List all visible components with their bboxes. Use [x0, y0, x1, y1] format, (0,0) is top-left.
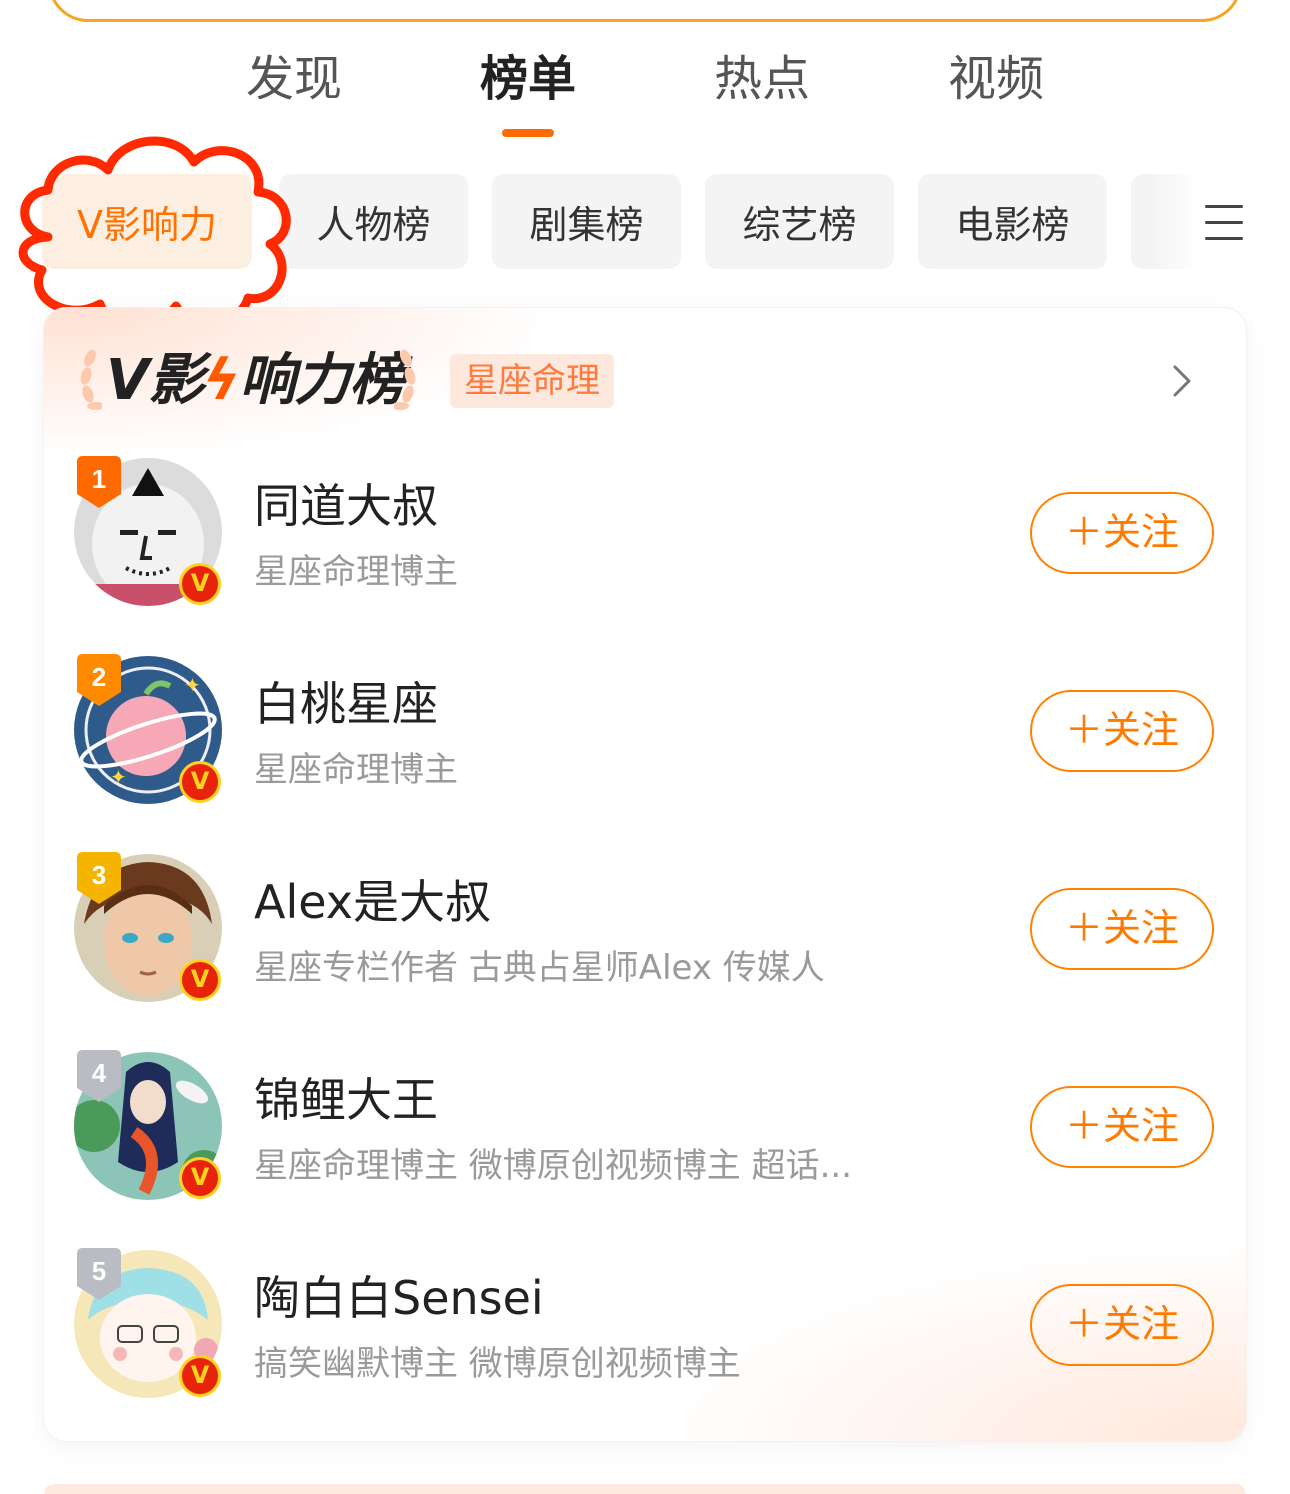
top-tabs: 发现 榜单 热点 视频 — [0, 48, 1290, 118]
tab-hot[interactable]: 热点 — [682, 48, 842, 110]
chip-people[interactable]: 人物榜 — [279, 174, 468, 269]
svg-text:4: 4 — [92, 1058, 107, 1088]
ranking-row[interactable]: ✦ ✦ 2 V 白桃星座 星座命理博主 ＋关注 — [44, 654, 1246, 816]
chip-v-influence[interactable]: V影响力 — [42, 174, 252, 269]
user-name[interactable]: 同道大叔 — [254, 478, 438, 534]
follow-button[interactable]: ＋关注 — [1030, 888, 1214, 970]
chip-series[interactable]: 剧集榜 — [492, 174, 681, 269]
chevron-right-icon[interactable] — [1172, 364, 1192, 398]
svg-text:5: 5 — [92, 1256, 106, 1286]
card-title: V影ϟ响力榜 — [106, 348, 405, 413]
next-card-edge — [44, 1484, 1246, 1494]
tab-video[interactable]: 视频 — [916, 48, 1076, 110]
svg-text:✦: ✦ — [110, 765, 127, 789]
chip-variety[interactable]: 综艺榜 — [705, 174, 894, 269]
search-bar-frame[interactable] — [48, 0, 1242, 22]
rank-badge-silver-icon: 5 — [77, 1248, 121, 1300]
verified-badge: V — [179, 1157, 221, 1199]
user-description: 搞笑幽默博主 微博原创视频博主 — [254, 1344, 741, 1384]
influence-ranking-card: V影ϟ响力榜 星座命理 1 V 同道大叔 星座命理博主 ＋关注 ✦ ✦ 2 V … — [44, 308, 1246, 1441]
verified-badge: V — [179, 761, 221, 803]
user-name[interactable]: 陶白白Sensei — [254, 1270, 544, 1326]
ranking-row[interactable]: 3 V Alex是大叔 星座专栏作者 古典占星师Alex 传媒人 ＋关注 — [44, 852, 1246, 1014]
follow-button[interactable]: ＋关注 — [1030, 690, 1214, 772]
user-description: 星座专栏作者 古典占星师Alex 传媒人 — [254, 948, 825, 988]
category-tag: 星座命理 — [450, 354, 614, 408]
user-description: 星座命理博主 微博原创视频博主 超话... — [254, 1146, 853, 1186]
svg-text:1: 1 — [92, 464, 106, 494]
user-name[interactable]: Alex是大叔 — [254, 874, 491, 930]
follow-button[interactable]: ＋关注 — [1030, 1284, 1214, 1366]
follow-button[interactable]: ＋关注 — [1030, 1086, 1214, 1168]
ranking-row[interactable]: 4 V 锦鲤大王 星座命理博主 微博原创视频博主 超话... ＋关注 — [44, 1050, 1246, 1212]
laurel-left-icon — [80, 349, 102, 410]
verified-badge: V — [179, 959, 221, 1001]
svg-text:✦: ✦ — [184, 673, 201, 697]
menu-icon[interactable] — [1205, 205, 1243, 240]
ranking-row[interactable]: 1 V 同道大叔 星座命理博主 ＋关注 — [44, 456, 1246, 618]
category-chips: V影响力 人物榜 剧集榜 综艺榜 电影榜 — [0, 174, 1290, 270]
rank-badge-gold-icon: 2 — [77, 654, 121, 706]
user-name[interactable]: 锦鲤大王 — [254, 1072, 438, 1128]
active-tab-indicator — [502, 129, 554, 137]
verified-badge: V — [179, 1355, 221, 1397]
verified-badge: V — [179, 563, 221, 605]
tab-rankings[interactable]: 榜单 — [448, 48, 608, 110]
rank-badge-gold-icon: 1 — [77, 456, 121, 508]
rank-badge-gold-icon: 3 — [77, 852, 121, 904]
follow-button[interactable]: ＋关注 — [1030, 492, 1214, 574]
user-name[interactable]: 白桃星座 — [254, 676, 438, 732]
rank-badge-silver-icon: 4 — [77, 1050, 121, 1102]
tab-discover[interactable]: 发现 — [214, 48, 374, 110]
svg-text:3: 3 — [92, 860, 106, 890]
user-description: 星座命理博主 — [254, 552, 458, 592]
chip-movie[interactable]: 电影榜 — [918, 174, 1107, 269]
svg-text:2: 2 — [92, 662, 106, 692]
laurel-right-icon — [394, 349, 416, 410]
user-description: 星座命理博主 — [254, 750, 458, 790]
ranking-row[interactable]: 5 V 陶白白Sensei 搞笑幽默博主 微博原创视频博主 ＋关注 — [44, 1248, 1246, 1410]
